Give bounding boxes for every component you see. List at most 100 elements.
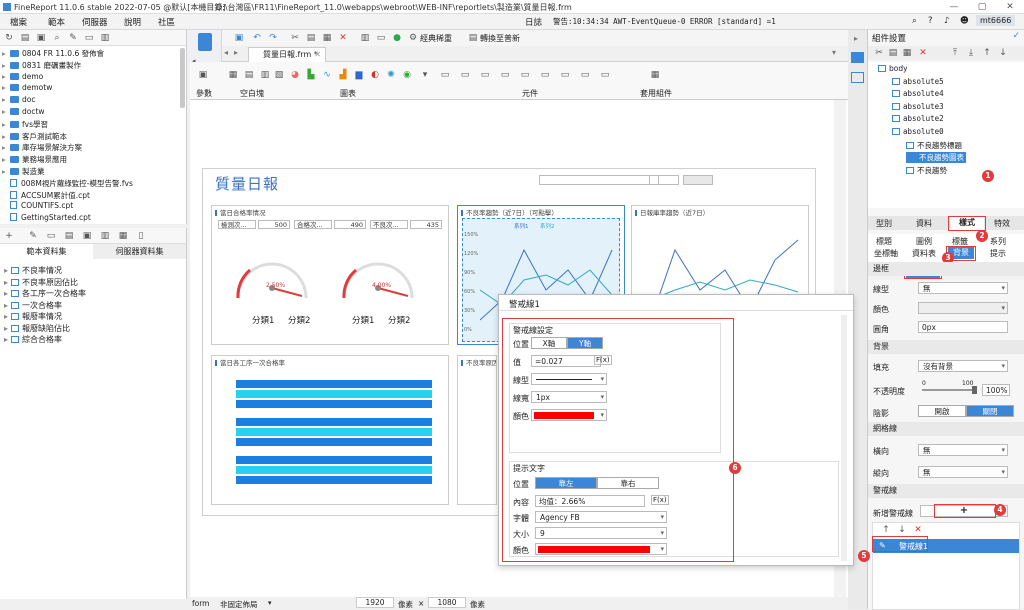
opacity-value[interactable]: 100% [982,384,1010,396]
expand-icon[interactable]: ▸ [4,278,11,287]
expand-icon[interactable]: ▸ [4,289,11,298]
preview-web-icon[interactable]: ▭ [376,33,386,43]
fill-select[interactable]: 沒有背景 [918,360,1008,372]
component-tree-item[interactable]: absolute3 [892,102,944,111]
number-widget-icon[interactable]: ▭ [460,70,470,80]
component-package-icon[interactable]: ▦ [650,70,660,80]
paste-cell-icon[interactable]: ▦ [322,33,332,43]
opacity-slider-handle[interactable] [972,386,977,394]
cut-comp-icon[interactable]: ✂ [874,48,884,58]
menu-template[interactable]: 範本 [48,16,65,28]
param-box-1[interactable] [539,175,659,185]
convert-button[interactable]: 轉換至普新 [480,33,520,44]
bell-icon[interactable]: ♪ [944,16,949,26]
textbox-widget-icon[interactable]: ▭ [440,70,450,80]
file-tree-item[interactable]: ▸ 客戶測試範本 [2,131,67,142]
move-bottom-icon[interactable]: ⤓ [966,48,976,58]
param-widget-icon[interactable]: ▣ [198,70,208,80]
shadow-off[interactable]: 關閉 [966,405,1014,417]
classic-icon[interactable]: ⚙ [408,33,418,43]
shadow-on[interactable]: 開啟 [918,405,966,417]
expand-icon[interactable]: ▸ [2,72,10,81]
component-tree-item[interactable]: absolute4 [892,89,944,98]
file-tree-item[interactable]: ▸ doc [2,95,35,106]
edit-dataset-icon[interactable]: ✎ [28,231,38,241]
radar-chart-icon[interactable]: ✺ [386,70,396,80]
pie-chart-icon[interactable]: ◕ [290,70,300,80]
label-widget-icon[interactable]: ▭ [560,70,570,80]
section-background[interactable]: 背景 [868,340,1024,354]
blank-block-3-icon[interactable]: ▥ [260,70,270,80]
menu-server[interactable]: 伺服器 [82,16,108,28]
border-color-select[interactable] [918,302,1008,314]
file-tree-item[interactable]: ▸ 0804 FR 11.0.6 發佈會 [2,48,104,59]
tab-type[interactable]: 型別 [876,218,892,229]
classic-mode-button[interactable]: 經典稀重 [420,33,452,44]
close-window-button[interactable]: ✕ [996,0,1024,14]
expand-icon[interactable]: ▸ [2,167,10,176]
panel-pass-rate[interactable]: 當日合格率情况 檢測次... 500 合格次... 490 不良次... 435… [211,205,449,345]
tab-effect[interactable]: 特效 [994,218,1010,229]
component-settings-icon[interactable] [851,52,864,63]
grid-v-select[interactable]: 無 [918,466,1008,478]
doc-tab-active[interactable]: 質量日報.frm * ✕ [248,47,326,62]
menu-file[interactable]: 檔案 [10,16,27,28]
alert-delete-icon[interactable]: ✕ [913,525,923,535]
tab-server-datasets[interactable]: 伺服器資料集 [93,244,186,259]
expand-icon[interactable]: ▸ [2,49,10,58]
edit-icon[interactable]: ✎ [68,33,78,43]
template-type-icon[interactable] [198,33,212,51]
expand-icon[interactable]: ▸ [4,301,11,310]
component-tree-item[interactable]: absolute0 [892,127,944,136]
username[interactable]: mt6666 [976,15,1016,26]
file-tree-item[interactable]: ▸ fvs學習 [2,119,48,130]
redo-icon[interactable]: ↷ [268,33,278,43]
log-label[interactable]: 日誌 [525,16,542,28]
move-up-icon[interactable]: ↑ [982,48,992,58]
grid-h-select[interactable]: 無 [918,444,1008,456]
component-tree-item[interactable]: 不良趨勢 [906,165,947,176]
copy-comp-icon[interactable]: ▤ [888,48,898,58]
expand-icon[interactable]: ▸ [2,132,10,141]
preview-icon[interactable]: ▤ [64,231,74,241]
more-charts-icon[interactable]: ▾ [420,70,430,80]
expand-icon[interactable]: ▸ [2,61,10,70]
menu-community[interactable]: 社區 [158,16,175,28]
tab-widget-icon[interactable]: ▭ [540,70,550,80]
help-icon[interactable]: ? [928,16,933,26]
file-tree-item[interactable]: ▸ demotw [2,83,52,94]
delete-dataset-icon[interactable]: ▭ [46,231,56,241]
right-collapse-icon[interactable]: ▸ [854,34,858,43]
new-folder-icon[interactable]: ▤ [20,33,30,43]
expand-icon[interactable]: ▸ [4,266,11,275]
dataset-item[interactable]: ▸ 各工序一次合格率 [4,288,86,299]
add-dataset-icon[interactable]: + [4,231,14,241]
component-tree-item[interactable]: absolute5 [892,77,944,86]
settings-icon[interactable]: ▦ [118,231,128,241]
paste-comp-icon[interactable]: ▦ [902,48,912,58]
gauge-chart-icon[interactable]: ◐ [370,70,380,80]
user-icon[interactable]: ☻ [960,16,969,26]
minimize-button[interactable]: — [940,0,968,14]
delete-comp-icon[interactable]: ✕ [918,48,928,58]
file-tree-item[interactable]: ▸ doctw [2,107,45,118]
panel-defect-cause[interactable]: 不良率原因 [457,355,497,505]
menu-help[interactable]: 說明 [124,16,141,28]
dataset-item[interactable]: ▸ 一次合格率 [4,300,62,311]
map-chart-icon[interactable]: ◉ [402,70,412,80]
param-box-2[interactable] [649,175,679,185]
file-tree-item[interactable]: ACCSUM累計值.cpt [2,190,90,201]
check-icon[interactable]: ● [392,33,402,43]
save-icon[interactable]: ▣ [234,33,244,43]
file-tree-item[interactable]: ▸ 庫存場景解決方案 [2,142,82,153]
dataset-item[interactable]: ▸ 不良率情况 [4,265,62,276]
expand-icon[interactable]: ▸ [4,335,11,344]
file-tree-item[interactable]: ▸ 業務場景應用 [2,154,67,165]
refresh-icon[interactable]: ↻ [4,33,14,43]
file-tree-item[interactable]: GettingStarted.cpt [2,213,91,224]
dataset-item[interactable]: ▸ 報廢率情况 [4,311,62,322]
expand-icon[interactable]: ▸ [2,143,10,152]
expand-icon[interactable]: ▸ [2,107,10,116]
dataset-item[interactable]: ▸ 不良率原因佔比 [4,277,78,288]
lock-icon[interactable]: ▭ [84,33,94,43]
